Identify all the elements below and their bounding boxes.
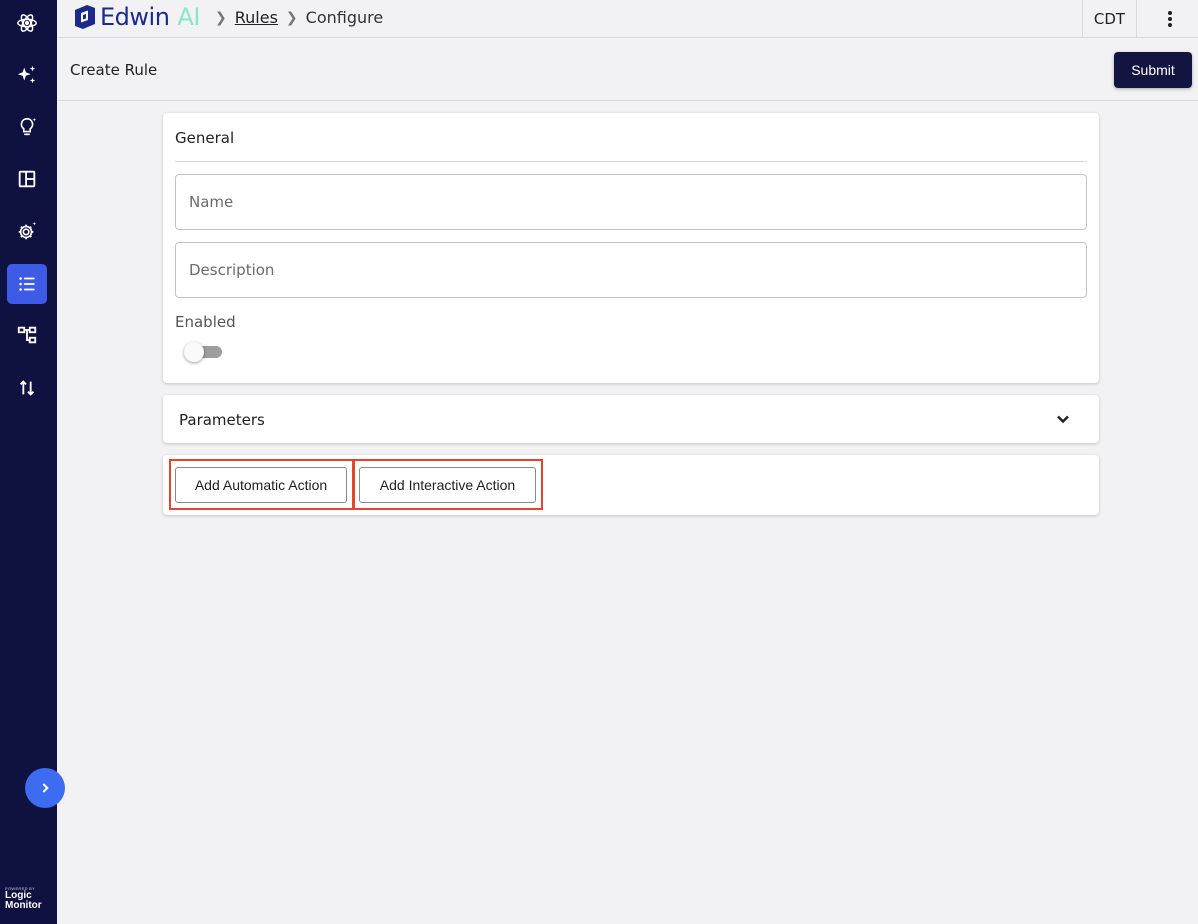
add-automatic-action-button[interactable]: Add Automatic Action <box>175 467 347 503</box>
timezone-indicator[interactable]: CDT <box>1082 0 1137 38</box>
enabled-toggle[interactable] <box>184 341 222 363</box>
atom-icon <box>17 14 37 32</box>
description-input[interactable] <box>176 243 1086 297</box>
toggle-thumb <box>184 342 204 362</box>
description-field <box>175 242 1087 298</box>
breadcrumb: ❯ Rules ❯ Configure <box>207 8 383 27</box>
actions-section: Add Automatic Action Add Interactive Act… <box>163 455 1099 515</box>
chevron-right-icon: ❯ <box>215 9 227 26</box>
nav-ai-settings[interactable] <box>7 211 47 251</box>
expand-sidebar-button[interactable] <box>25 768 65 808</box>
sort-arrows-icon <box>19 380 35 396</box>
breadcrumb-current: Configure <box>305 8 384 27</box>
nav-sparkles[interactable] <box>7 55 47 95</box>
nav-rules[interactable] <box>7 264 47 304</box>
nav-hierarchy[interactable] <box>7 315 47 355</box>
top-bar: Edwin AI ❯ Rules ❯ Configure CDT <box>57 0 1198 38</box>
parameters-accordion[interactable]: Parameters <box>163 395 1099 443</box>
section-divider <box>175 161 1087 162</box>
page-title: Create Rule <box>70 61 158 79</box>
chevron-down-icon <box>1057 415 1069 424</box>
submit-button[interactable]: Submit <box>1114 52 1192 88</box>
lightbulb-icon <box>20 117 37 136</box>
nav-atom[interactable] <box>7 3 47 43</box>
more-options-button[interactable] <box>1157 6 1183 32</box>
breadcrumb-rules-link[interactable]: Rules <box>235 8 278 27</box>
layout-panel-icon <box>18 170 36 188</box>
add-interactive-action-button[interactable]: Add Interactive Action <box>359 467 536 503</box>
nav-insights[interactable] <box>7 107 47 147</box>
sparkles-icon <box>17 65 36 84</box>
logo-suffix: AI <box>177 3 200 31</box>
page-header: Create Rule Submit <box>57 39 1198 101</box>
general-section-title: General <box>175 129 235 147</box>
chevron-right-icon: ❯ <box>285 9 298 26</box>
nav-sort[interactable] <box>7 368 47 408</box>
edwin-logo-icon <box>75 5 95 29</box>
app-logo[interactable]: Edwin AI <box>73 3 200 31</box>
logo-name: Edwin <box>100 3 170 31</box>
kebab-menu-icon <box>1168 11 1172 27</box>
name-field <box>175 174 1087 230</box>
enabled-label: Enabled <box>175 313 236 331</box>
brand-line2: Monitor <box>5 900 42 911</box>
parameters-title: Parameters <box>179 411 265 429</box>
list-icon <box>19 277 35 291</box>
general-section: General Enabled <box>163 113 1099 383</box>
chevron-right-icon <box>42 783 49 793</box>
nav-dashboards[interactable] <box>7 159 47 199</box>
hierarchy-icon <box>17 326 37 344</box>
powered-by-logo: POWERED BY Logic Monitor <box>5 886 53 911</box>
name-input[interactable] <box>176 175 1086 229</box>
gear-sparkle-icon <box>18 221 37 240</box>
